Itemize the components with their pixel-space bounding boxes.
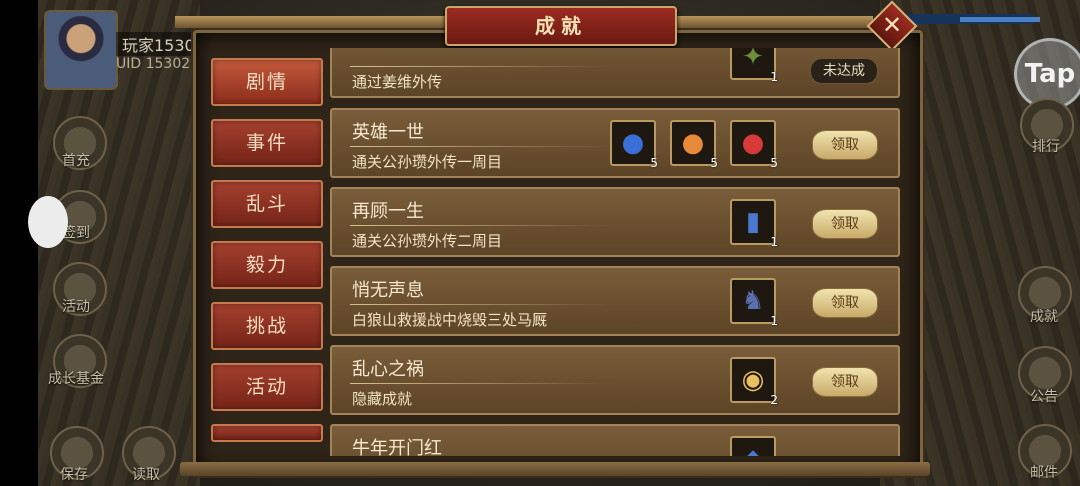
armored-horse-icon[interactable]: ♞ 1 <box>730 278 778 328</box>
event-label: 活动 <box>62 299 90 315</box>
load-label: 读取 <box>132 467 160 483</box>
title-wing-right <box>673 16 873 28</box>
achievement-desc: 通关公孙瓒外传二周目 <box>352 232 503 250</box>
ranking-label: 排行 <box>1032 139 1060 155</box>
achievement-list[interactable]: 通过姜维外传 ✦ 1 未达成 英雄一世 通关公孙瓒外传一周目 ● 5 ● 5 ●… <box>330 48 902 456</box>
claim-button[interactable]: 领取 <box>812 130 878 160</box>
tab-activity[interactable]: 活动 <box>211 363 323 411</box>
row-divider <box>350 146 610 147</box>
claim-button[interactable]: 领取 <box>812 209 878 239</box>
reward-count: 5 <box>710 156 718 170</box>
row-divider <box>350 66 610 67</box>
tab-story[interactable]: 剧情 <box>211 58 323 106</box>
panel-title: 成就 <box>445 6 677 46</box>
blue-fruit-icon[interactable]: ● 5 <box>610 120 658 170</box>
panel-bottom-frame <box>180 462 930 476</box>
tab-challenge[interactable]: 挑战 <box>211 302 323 350</box>
reward-count: 1 <box>770 235 778 249</box>
achievement-name: 牛年开门红 <box>352 438 442 456</box>
floating-assist-bubble[interactable] <box>28 196 68 248</box>
reward-count: 2 <box>770 393 778 407</box>
achievement-name: 乱心之祸 <box>352 359 424 380</box>
achievement-name: 英雄一世 <box>352 122 424 143</box>
list-item: 乱心之祸 隐藏成就 ◉ 2 领取 <box>330 345 900 415</box>
achievement-desc: 通关公孙瓒外传一周目 <box>352 153 503 171</box>
player-uid: UID 15302 <box>116 56 191 72</box>
first-charge-label: 首充 <box>62 153 90 169</box>
tab-partial[interactable] <box>211 424 323 442</box>
player-name: 玩家1530 <box>116 32 201 56</box>
list-item: 通过姜维外传 ✦ 1 未达成 <box>330 48 900 98</box>
reward-glyph: ♞ <box>741 286 765 316</box>
list-item: 悄无声息 白狼山救援战中烧毁三处马厩 ♞ 1 领取 <box>330 266 900 336</box>
close-icon[interactable]: ✕ <box>874 8 910 44</box>
top-progress-fill <box>960 17 1040 22</box>
claim-button[interactable]: 领取 <box>812 288 878 318</box>
reward-glyph: ● <box>681 128 705 158</box>
save-label: 保存 <box>60 467 88 483</box>
red-fruit-icon[interactable]: ● 5 <box>730 120 778 170</box>
achievement-label: 成就 <box>1030 309 1058 325</box>
list-item: 英雄一世 通关公孙瓒外传一周目 ● 5 ● 5 ● 5 领取 <box>330 108 900 178</box>
tab-brawl[interactable]: 乱斗 <box>211 180 323 228</box>
reward-glyph: ● <box>741 128 765 158</box>
screen-edge <box>0 0 38 486</box>
row-divider <box>350 383 610 384</box>
list-item: 再顾一生 通关公孙瓒外传二周目 ▮ 1 领取 <box>330 187 900 257</box>
list-item: 牛年开门红 ◆ <box>330 424 900 456</box>
reward-count: 5 <box>650 156 658 170</box>
achievement-desc: 隐藏成就 <box>352 390 413 408</box>
reward-count: 1 <box>770 314 778 328</box>
tab-events[interactable]: 事件 <box>211 119 323 167</box>
achievement-name: 再顾一生 <box>352 201 424 222</box>
reward-count: 5 <box>770 156 778 170</box>
blue-scroll-icon[interactable]: ▮ 1 <box>730 199 778 249</box>
blue-item-icon[interactable]: ◆ <box>730 436 776 456</box>
claim-button[interactable]: 领取 <box>812 367 878 397</box>
achievement-desc: 白狼山救援战中烧毁三处马厩 <box>352 311 548 329</box>
reward-glyph: ◆ <box>732 438 774 456</box>
orange-fruit-icon[interactable]: ● 5 <box>670 120 718 170</box>
reward-glyph: ▮ <box>745 207 761 237</box>
status-not-achieved: 未达成 <box>810 58 878 84</box>
achievement-name: 悄无声息 <box>352 280 424 301</box>
row-divider <box>350 304 610 305</box>
gold-coin-icon[interactable]: ◉ 2 <box>730 357 778 407</box>
row-divider <box>350 225 610 226</box>
reward-glyph: ◉ <box>741 365 765 395</box>
reward-count: 1 <box>770 70 778 84</box>
notice-label: 公告 <box>1030 389 1058 405</box>
green-staff-icon[interactable]: ✦ 1 <box>730 48 778 84</box>
reward-glyph: ● <box>621 128 645 158</box>
reward-glyph: ✦ <box>742 48 764 72</box>
achievement-desc: 通过姜维外传 <box>352 73 443 91</box>
tab-perseverance[interactable]: 毅力 <box>211 241 323 289</box>
player-avatar[interactable] <box>44 10 118 90</box>
title-wing-left <box>175 16 445 28</box>
growth-fund-label: 成长基金 <box>48 371 104 387</box>
mail-label: 邮件 <box>1030 465 1058 481</box>
